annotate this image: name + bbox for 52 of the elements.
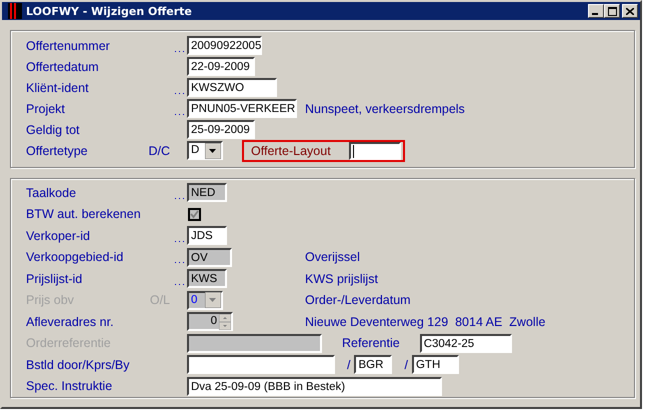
caret-icon <box>205 142 221 158</box>
field-label: Taalkode <box>26 186 76 200</box>
description-text: Order-/Leverdatum <box>305 293 411 308</box>
caret-icon <box>205 292 221 308</box>
input-field[interactable] <box>349 142 401 160</box>
input-field[interactable]: 22-09-2009 <box>187 57 255 76</box>
input-field[interactable]: PNUN05-VERKEER <box>187 99 297 118</box>
separator: / <box>404 358 408 372</box>
maximize-icon <box>608 6 616 16</box>
window-title: LOOFWY - Wijzigen Offerte <box>26 4 193 18</box>
field-label: Kliënt-ident <box>26 80 89 94</box>
close-button[interactable] <box>622 4 638 18</box>
spin-field[interactable]: 0 <box>187 312 233 332</box>
app-icon <box>8 3 22 19</box>
close-icon <box>626 8 634 14</box>
separator: / <box>347 358 350 372</box>
field-label: Offertetype <box>26 144 88 158</box>
input-field[interactable]: KWS <box>187 269 227 288</box>
input-field[interactable] <box>187 355 335 374</box>
code-label: D/C <box>148 144 170 158</box>
field-label: Verkoopgebied-id <box>26 250 124 264</box>
field-label: Geldig tot <box>26 122 80 136</box>
field-label: Prijslijst-id <box>26 272 82 286</box>
input-field[interactable]: KWSZWO <box>187 78 277 97</box>
input-field[interactable]: 25-09-2009 <box>187 120 255 139</box>
input-field[interactable]: GTH <box>412 355 459 374</box>
input-field[interactable] <box>187 334 322 353</box>
minimize-button[interactable] <box>588 4 604 18</box>
input-field[interactable]: Dva 25-09-09 (BBB in Bestek) <box>187 376 442 396</box>
field-label: Offertedatum <box>26 60 99 74</box>
field-label: Afleveradres nr. <box>26 314 114 329</box>
dropdown[interactable]: D <box>187 141 223 160</box>
maximize-button[interactable] <box>604 4 620 18</box>
description-text: Nieuwe Deventerweg 129 8014 AE Zwolle <box>305 314 546 329</box>
spinner-arrows-icon[interactable] <box>219 314 231 330</box>
field-label: BTW aut. berekenen <box>26 207 141 222</box>
input-field[interactable]: OV <box>187 248 232 267</box>
input-field[interactable]: BGR <box>354 355 392 374</box>
description-text: Nunspeet, verkeersdrempels <box>305 102 465 116</box>
input-field[interactable]: NED <box>187 183 227 202</box>
field-label: Verkoper-id <box>26 228 90 243</box>
field-label: Referentie <box>342 336 400 350</box>
input-field[interactable]: JDS <box>187 226 227 246</box>
field-label: Bstld door/Kprs/By <box>26 358 130 372</box>
field-label: Projekt <box>26 102 65 116</box>
input-field[interactable]: C3042-25 <box>420 334 512 353</box>
description-text: Overijssel <box>305 250 360 264</box>
description-text: KWS prijslijst <box>305 272 378 286</box>
field-label: Spec. Instruktie <box>26 379 112 394</box>
field-label: Offertenummer <box>26 38 110 52</box>
input-field[interactable]: 20090922005 <box>187 36 262 55</box>
field-label: Offerte-Layout <box>251 144 332 158</box>
